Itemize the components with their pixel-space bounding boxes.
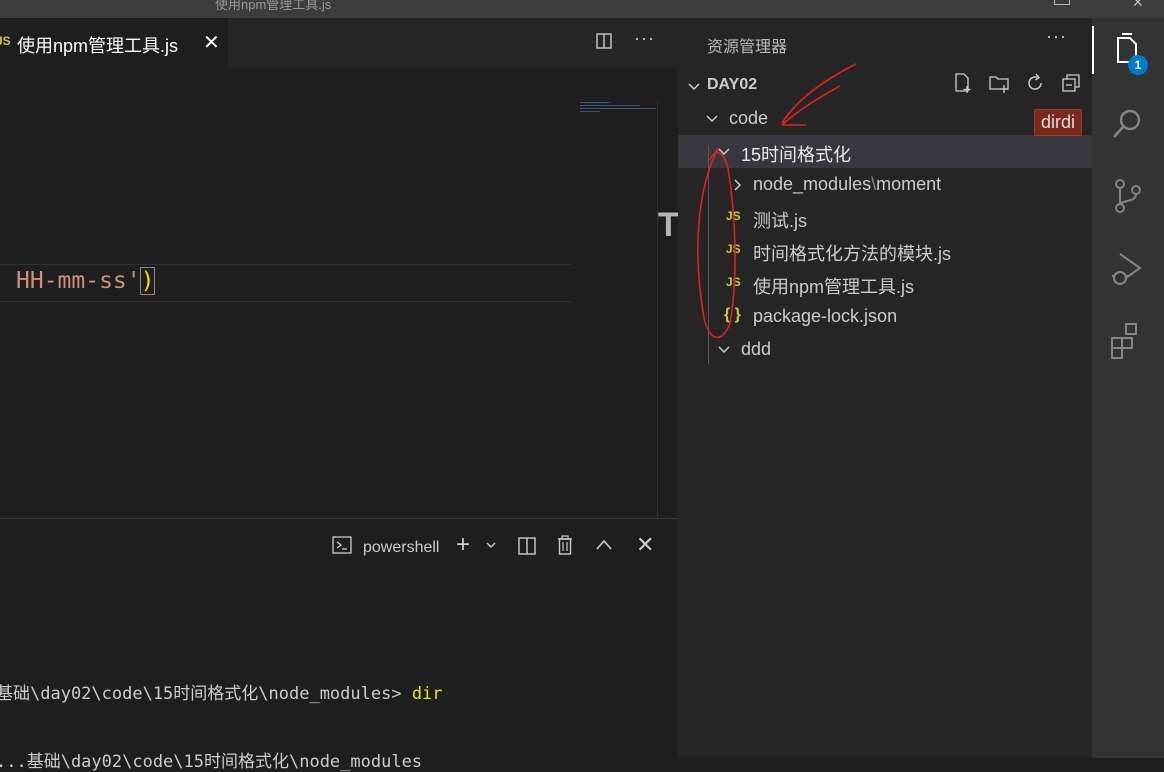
activity-bar xyxy=(1092,18,1164,758)
workspace-name[interactable]: DAY02 xyxy=(707,76,757,94)
tree-item-folder-selected[interactable]: 15时间格式化 xyxy=(678,135,1092,168)
current-line-border xyxy=(0,264,573,265)
tree-item-label: ddd xyxy=(741,339,772,359)
terminal-icon xyxy=(332,536,352,554)
tree-item-label: 15时间格式化 xyxy=(741,145,852,165)
title-bar: 使用npm管理工具.js ✕ xyxy=(0,0,1164,18)
editor-area: JS 使用npm管理工具.js ✕ ··· T HH-mm-ss') xyxy=(0,18,679,518)
tree-item-file[interactable]: JS 时间格式化方法的模块.js xyxy=(678,234,1092,267)
source-control-icon[interactable] xyxy=(1108,176,1148,216)
editor-scrollbar[interactable] xyxy=(657,102,679,518)
tree-item-folder[interactable]: node_modules\moment xyxy=(678,168,1092,201)
code-paren: ) xyxy=(139,267,156,295)
window-title: 使用npm管理工具.js xyxy=(215,0,332,12)
active-indicator xyxy=(1092,26,1094,74)
explorer-title: 资源管理器 xyxy=(707,39,788,56)
trash-icon[interactable] xyxy=(556,535,574,555)
tab-active-file[interactable]: JS 使用npm管理工具.js ✕ xyxy=(0,18,228,68)
tree-item-label: code xyxy=(729,108,769,128)
split-terminal-icon[interactable] xyxy=(518,537,536,555)
split-editor-icon[interactable] xyxy=(596,33,612,49)
terminal-line: 基础\day02\code\15时间格式化\node_modules> dir xyxy=(0,679,443,704)
tree-item-file[interactable]: JS 测试.js xyxy=(678,201,1092,234)
collapse-all-icon[interactable] xyxy=(1060,72,1082,94)
chevron-down-icon[interactable] xyxy=(485,539,497,551)
terminal-shell-label[interactable]: powershell xyxy=(363,539,439,557)
explorer-sidebar: 资源管理器 ··· DAY02 code 15时间格式化 node_module… xyxy=(678,18,1092,758)
indent-guide xyxy=(708,146,709,364)
terminal-prompt: 基础\day02\code\15时间格式化\node_modules> xyxy=(0,684,412,704)
tree-item-file[interactable]: JS 使用npm管理工具.js xyxy=(678,267,1092,300)
terminal-command: dir xyxy=(411,684,443,704)
close-tab-icon[interactable]: ✕ xyxy=(203,30,220,55)
tree-item-label: package-lock.json xyxy=(753,306,898,326)
rename-hint-label: dirdi xyxy=(1034,109,1083,136)
search-icon[interactable] xyxy=(1108,104,1148,144)
terminal-line: ...基础\day02\code\15时间格式化\node_modules xyxy=(0,752,423,772)
js-file-icon: JS xyxy=(726,242,741,256)
tree-item-label: 时间格式化方法的模块.js xyxy=(753,244,951,264)
chevron-right-icon xyxy=(734,179,742,191)
new-file-icon[interactable] xyxy=(952,72,974,94)
new-terminal-icon[interactable]: + xyxy=(456,533,470,557)
chevron-down-icon xyxy=(706,115,718,123)
tree-item-folder[interactable]: code xyxy=(678,102,1092,135)
js-file-icon: JS xyxy=(726,275,741,289)
minimap[interactable] xyxy=(580,102,656,116)
minimize-icon[interactable] xyxy=(1054,0,1070,5)
overflow-text-fragment: T xyxy=(658,206,679,244)
code-string: HH-mm-ss' xyxy=(16,268,141,294)
chevron-down-icon[interactable] xyxy=(687,80,701,94)
code-line[interactable]: HH-mm-ss') xyxy=(16,267,156,295)
tree-item-folder[interactable]: ddd xyxy=(678,333,1092,366)
editor-tab-bar: JS 使用npm管理工具.js ✕ ··· xyxy=(0,18,678,68)
terminal-panel: powershell + ✕ 基础\day02\code\15时间格式化\nod… xyxy=(0,518,678,772)
js-file-icon: JS xyxy=(726,209,741,223)
tree-item-label: 使用npm管理工具.js xyxy=(753,277,915,297)
current-line-border xyxy=(0,301,573,302)
chevron-down-icon xyxy=(718,346,730,354)
refresh-icon[interactable] xyxy=(1024,72,1046,94)
tab-label: 使用npm管理工具.js xyxy=(17,36,179,56)
json-file-icon: { } xyxy=(724,306,741,323)
explorer-badge: 1 xyxy=(1128,55,1148,75)
run-debug-icon[interactable] xyxy=(1108,250,1148,290)
tree-item-file[interactable]: { } package-lock.json xyxy=(678,300,1092,333)
tree-item-label: node_modules\moment xyxy=(753,174,942,194)
tree-item-label: 测试.js xyxy=(753,211,807,231)
close-window-icon[interactable]: ✕ xyxy=(1132,0,1144,11)
extensions-icon[interactable] xyxy=(1108,320,1148,360)
explorer-more-actions-icon[interactable]: ··· xyxy=(1046,26,1067,47)
editor-more-actions-icon[interactable]: ··· xyxy=(634,28,655,49)
js-file-icon: JS xyxy=(0,34,11,48)
chevron-down-icon xyxy=(718,148,730,156)
new-folder-icon[interactable] xyxy=(988,72,1010,94)
chevron-up-icon[interactable] xyxy=(595,538,613,552)
close-panel-icon[interactable]: ✕ xyxy=(636,534,654,556)
